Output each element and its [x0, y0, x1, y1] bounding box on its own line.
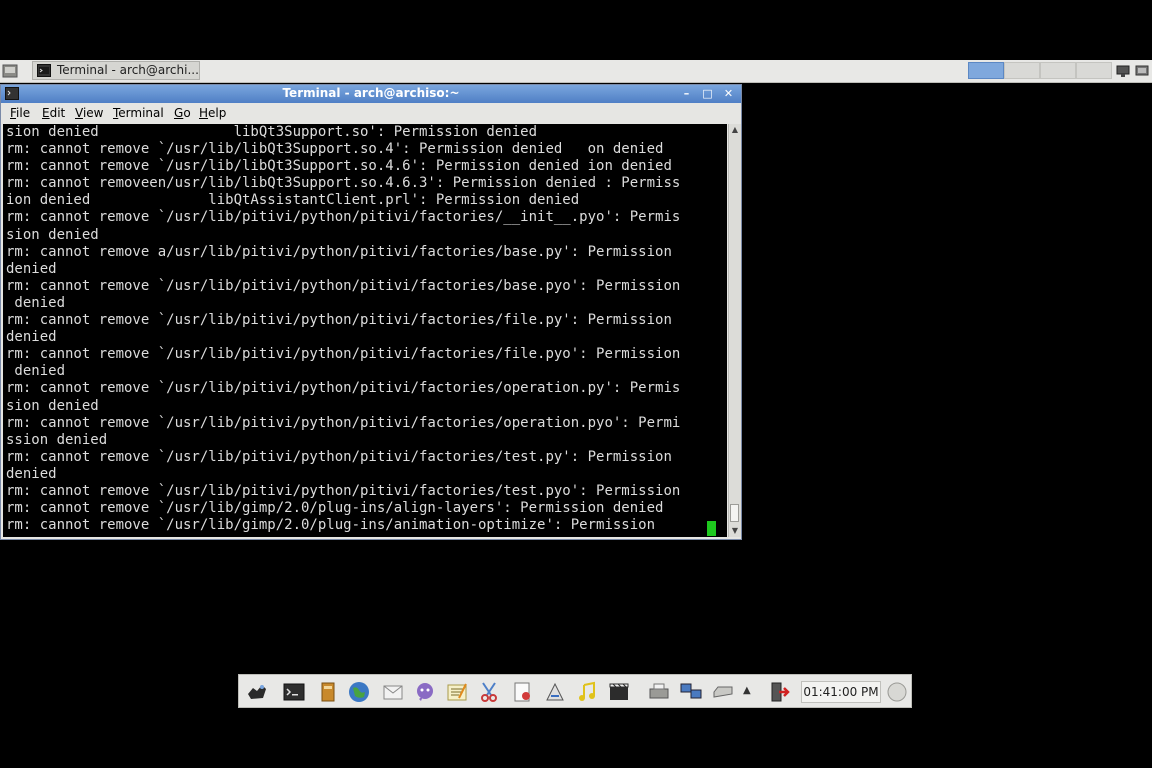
- terminal-line: rm: cannot remove `/usr/lib/pitivi/pytho…: [6, 312, 672, 329]
- terminal-line: denied: [6, 260, 57, 277]
- printer-icon[interactable]: [647, 680, 671, 704]
- terminal-icon: [37, 64, 51, 77]
- display-icon[interactable]: [1134, 63, 1150, 79]
- menu-help[interactable]: Help: [199, 106, 226, 120]
- terminal-window: Terminal - arch@archiso:~ – □ ✕ File Edi…: [0, 84, 742, 540]
- terminal-line: rm: cannot remove `/usr/lib/libQt3Suppor…: [6, 141, 664, 158]
- terminal-line: sion denied libQt3Support.so': Permissio…: [6, 124, 538, 140]
- terminal-line: ion denied libQtAssistantClient.prl': Pe…: [6, 192, 580, 209]
- window-title: Terminal - arch@archiso:~: [282, 86, 460, 100]
- close-button[interactable]: ✕: [721, 86, 736, 101]
- terminal-line: denied: [6, 465, 57, 482]
- menu-edit[interactable]: Edit: [42, 106, 65, 120]
- terminal-line: rm: cannot remove a/usr/lib/pitivi/pytho…: [6, 243, 672, 260]
- terminal-cursor: [707, 521, 716, 536]
- document-viewer-icon[interactable]: [511, 680, 535, 704]
- text-editor-icon[interactable]: [445, 680, 469, 704]
- video-icon[interactable]: [607, 680, 631, 704]
- menu-file[interactable]: File: [10, 106, 30, 120]
- maximize-button[interactable]: □: [700, 86, 715, 101]
- terminal-line: rm: cannot remove `/usr/lib/gimp/2.0/plu…: [6, 500, 664, 517]
- screenshot-scissors-icon[interactable]: [477, 680, 501, 704]
- terminal-icon[interactable]: [282, 680, 306, 704]
- menu-terminal[interactable]: Terminal: [113, 106, 164, 120]
- minimize-button[interactable]: –: [679, 86, 694, 101]
- bottom-dock: ▲ 01:41:00 PM: [238, 674, 912, 708]
- terminal-line: rm: cannot remove `/usr/lib/pitivi/pytho…: [6, 482, 681, 499]
- network-icon[interactable]: [1115, 63, 1131, 79]
- clock[interactable]: 01:41:00 PM: [801, 681, 881, 703]
- drive-icon[interactable]: [711, 680, 735, 704]
- terminal-line: rm: cannot remove `/usr/lib/pitivi/pytho…: [6, 277, 681, 294]
- terminal-line: sion denied: [6, 397, 99, 414]
- workspace-4[interactable]: [1076, 62, 1112, 79]
- terminal-line: sion denied: [6, 226, 99, 243]
- workspace-1[interactable]: [968, 62, 1004, 79]
- scroll-down-arrow-icon[interactable]: ▼: [729, 525, 741, 537]
- scroll-thumb[interactable]: [730, 504, 739, 522]
- file-manager-icon[interactable]: [316, 680, 340, 704]
- system-icon[interactable]: [885, 680, 909, 704]
- mail-icon[interactable]: [381, 680, 405, 704]
- graphics-icon[interactable]: [543, 680, 567, 704]
- terminal-line: denied: [6, 329, 57, 346]
- menu-go[interactable]: Go: [174, 106, 191, 120]
- top-panel: Terminal - arch@archi...: [0, 60, 1152, 83]
- terminal-line: rm: cannot remove `/usr/lib/pitivi/pytho…: [6, 346, 681, 363]
- menu-bar: File Edit View Terminal Go Help: [1, 104, 741, 124]
- menu-view[interactable]: View: [75, 106, 103, 120]
- terminal-scrollbar[interactable]: ▲ ▼: [728, 124, 741, 537]
- taskbar-window-label: Terminal - arch@archi...: [57, 63, 199, 77]
- terminal-line: ssion denied: [6, 431, 108, 448]
- scroll-up-arrow-icon[interactable]: ▲: [729, 124, 741, 136]
- taskbar-window-button[interactable]: Terminal - arch@archi...: [32, 61, 200, 80]
- panel-menu-icon[interactable]: [2, 63, 18, 79]
- terminal-line: rm: cannot remove `/usr/lib/pitivi/pytho…: [6, 380, 681, 397]
- terminal-line: rm: cannot remove `/usr/lib/pitivi/pytho…: [6, 448, 672, 465]
- web-browser-icon[interactable]: [347, 680, 371, 704]
- terminal-line: denied: [6, 294, 66, 311]
- terminal-line: rm: cannot remove `/usr/lib/libQt3Suppor…: [6, 158, 672, 175]
- chat-icon[interactable]: [413, 680, 437, 704]
- terminal-line: rm: cannot remove `/usr/lib/pitivi/pytho…: [6, 209, 681, 226]
- xfce-mouse-icon[interactable]: [245, 680, 269, 704]
- dock-expand-arrow-icon[interactable]: ▲: [743, 685, 751, 696]
- logout-icon[interactable]: [767, 680, 791, 704]
- workspace-2[interactable]: [1004, 62, 1040, 79]
- terminal-line: rm: cannot remove `/usr/lib/pitivi/pytho…: [6, 414, 681, 431]
- terminal-line: rm: cannot remove `/usr/lib/gimp/2.0/plu…: [6, 517, 656, 534]
- terminal-output[interactable]: sion denied libQt3Support.so': Permissio…: [3, 124, 727, 537]
- terminal-line: rm: cannot removeen/usr/lib/libQt3Suppor…: [6, 175, 681, 192]
- window-titlebar[interactable]: Terminal - arch@archiso:~ – □ ✕: [1, 85, 741, 103]
- music-icon[interactable]: [575, 680, 599, 704]
- terminal-line: denied: [6, 363, 66, 380]
- terminal-lines: sion denied libQt3Support.so': Permissio…: [6, 124, 680, 534]
- network-icon[interactable]: [679, 680, 703, 704]
- workspace-3[interactable]: [1040, 62, 1076, 79]
